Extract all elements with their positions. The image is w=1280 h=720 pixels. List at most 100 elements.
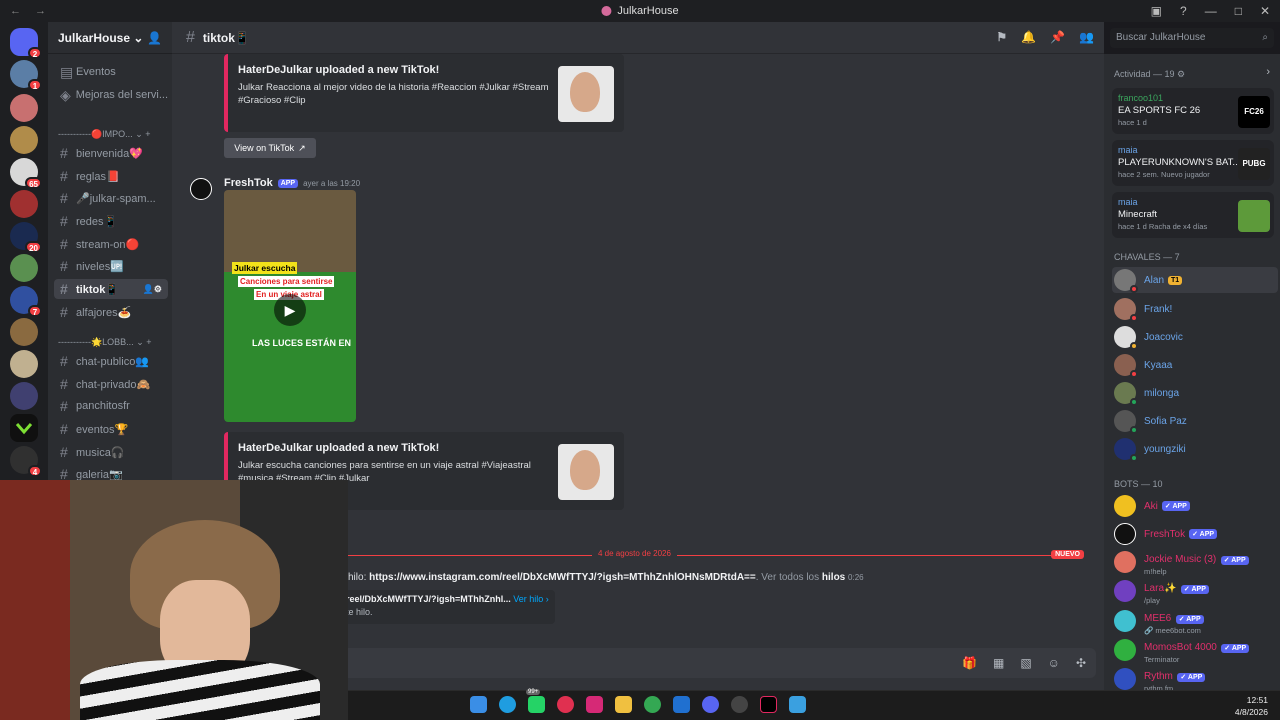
bot-item[interactable]: Aki ✓ APP bbox=[1112, 493, 1278, 519]
hash-icon: # bbox=[60, 281, 68, 297]
sidebar-item-boosts[interactable]: ◈ Mejoras del servi... bbox=[54, 85, 168, 105]
thread-preview[interactable]: reel/DbXcMWfTTYJ/?igsh=MThhZnhl... Ver h… bbox=[340, 590, 555, 624]
direct-messages-button[interactable]: 2 bbox=[10, 28, 42, 59]
server-icon[interactable] bbox=[10, 414, 38, 442]
bot-item[interactable]: Jockie Music (3) ✓ APP m!help bbox=[1112, 549, 1278, 576]
server-icon[interactable]: 4 bbox=[10, 446, 42, 477]
member-item[interactable]: Frank! bbox=[1112, 296, 1278, 322]
help-icon[interactable]: ? bbox=[1180, 4, 1187, 18]
server-icon[interactable] bbox=[10, 350, 38, 378]
embed-thumbnail[interactable] bbox=[558, 444, 614, 500]
member-list: Actividad — 19 ⚙ › francoo101 EA SPORTS … bbox=[1104, 54, 1280, 720]
member-item[interactable]: youngziki bbox=[1112, 436, 1278, 462]
video-attachment[interactable]: Julkar escucha Canciones para sentirse E… bbox=[224, 190, 356, 422]
inbox-icon[interactable]: ▣ bbox=[1151, 4, 1162, 18]
server-icon[interactable] bbox=[10, 318, 38, 346]
bot-item[interactable]: MEE6 ✓ APP 🔗 mee6bot.com bbox=[1112, 608, 1278, 635]
server-icon[interactable]: 20 bbox=[10, 222, 42, 253]
member-item[interactable]: Sofia Paz bbox=[1112, 408, 1278, 434]
channel-chat-privado[interactable]: # chat-privado🙈 bbox=[54, 374, 168, 394]
category-header[interactable]: -----------🔴IMPO... ⌄ + bbox=[58, 129, 151, 140]
threads-link[interactable]: hilos bbox=[822, 572, 845, 583]
tiktok-icon[interactable] bbox=[760, 696, 777, 713]
activity-card[interactable]: maia Minecraft hace 1 d Racha de x4 días bbox=[1112, 192, 1274, 238]
chrome-icon[interactable] bbox=[644, 696, 661, 713]
bot-item[interactable]: Rythm ✓ APP rythm.fm bbox=[1112, 666, 1278, 693]
channel-alfajores[interactable]: # alfajores🍝 bbox=[54, 302, 168, 322]
bell-icon[interactable]: 🔔 bbox=[1021, 30, 1036, 44]
search-input[interactable]: Buscar JulkarHouse ⌕ bbox=[1110, 28, 1274, 48]
minimize-button[interactable]: — bbox=[1205, 4, 1217, 18]
bot-item[interactable]: MomosBot 4000 ✓ APP Terminator bbox=[1112, 637, 1278, 664]
obs-icon[interactable] bbox=[731, 696, 748, 713]
forward-arrow-icon[interactable]: → bbox=[35, 5, 46, 17]
member-item[interactable]: Joacovic bbox=[1112, 324, 1278, 350]
member-item[interactable]: Kyaaa bbox=[1112, 352, 1278, 378]
member-item[interactable]: Alan T1 bbox=[1112, 267, 1278, 293]
server-header[interactable]: JulkarHouse ⌄ 👤 bbox=[48, 22, 172, 54]
view-on-tiktok-button[interactable]: View on TikTok ↗ bbox=[224, 138, 316, 158]
gift-icon[interactable]: 🎁 bbox=[962, 656, 977, 670]
bot-item[interactable]: FreshTok ✓ APP bbox=[1112, 521, 1278, 547]
member-item[interactable]: milonga bbox=[1112, 380, 1278, 406]
channel-niveles[interactable]: # niveles🆙 bbox=[54, 256, 168, 276]
mail-icon[interactable] bbox=[673, 696, 690, 713]
server-icon[interactable] bbox=[10, 126, 38, 154]
instagram-icon[interactable] bbox=[586, 696, 603, 713]
file-explorer-icon[interactable] bbox=[615, 696, 632, 713]
activity-card[interactable]: maia PLAYERUNKNOWN'S BAT... hace 2 sem. … bbox=[1112, 140, 1274, 186]
channel-tiktok[interactable]: # tiktok📱 👤⚙ bbox=[54, 279, 168, 299]
back-arrow-icon[interactable]: ← bbox=[10, 5, 21, 17]
mention-badge: 1 bbox=[28, 79, 42, 91]
activity-card[interactable]: francoo101 EA SPORTS FC 26 hace 1 d FC26 bbox=[1112, 88, 1274, 134]
server-icon[interactable]: 1 bbox=[10, 60, 42, 91]
photos-icon[interactable] bbox=[789, 696, 806, 713]
server-icon[interactable] bbox=[10, 190, 38, 218]
channel-panchitosfr[interactable]: # panchitosfr bbox=[54, 396, 168, 416]
emoji-icon[interactable]: ☺ bbox=[1048, 656, 1060, 670]
bot-item[interactable]: Lara✨ ✓ APP/play bbox=[1112, 578, 1278, 605]
whatsapp-icon[interactable]: 99+ bbox=[526, 689, 545, 713]
discord-icon[interactable] bbox=[702, 696, 719, 713]
sidebar-item-events[interactable]: ▤ Eventos bbox=[54, 62, 168, 82]
server-icon[interactable]: 65 bbox=[10, 158, 42, 189]
message-input[interactable]: 🎁 ▦ ▧ ☺ ✣ bbox=[340, 648, 1096, 678]
chevron-right-icon[interactable]: › bbox=[1266, 66, 1270, 78]
server-icon[interactable] bbox=[10, 382, 38, 410]
channel-stream-on[interactable]: # stream-on🔴 bbox=[54, 234, 168, 254]
apps-icon[interactable]: ✣ bbox=[1076, 656, 1086, 670]
bot-avatar[interactable] bbox=[190, 178, 212, 200]
category-header[interactable]: -----------🌟LOBB... ⌄ + bbox=[58, 337, 152, 348]
threads-icon[interactable]: ⚑ bbox=[996, 30, 1007, 44]
play-icon[interactable]: ▶ bbox=[274, 294, 306, 326]
member-list-icon[interactable]: 👥 bbox=[1079, 30, 1094, 44]
edge-icon[interactable] bbox=[499, 696, 516, 713]
server-icon[interactable]: 7 bbox=[10, 286, 42, 317]
gif-icon[interactable]: ▦ bbox=[993, 656, 1004, 670]
channel-musica[interactable]: # musica🎧 bbox=[54, 442, 168, 462]
channel-eventos[interactable]: # eventos🏆 bbox=[54, 419, 168, 439]
message-timestamp: ayer a las 19:20 bbox=[303, 178, 361, 188]
sticker-icon[interactable]: ▧ bbox=[1020, 656, 1031, 670]
search-icon: ⌕ bbox=[1262, 32, 1268, 43]
embed-thumbnail[interactable] bbox=[558, 66, 614, 122]
author-name[interactable]: FreshTok bbox=[224, 177, 273, 189]
view-thread-link[interactable]: Ver hilo › bbox=[513, 594, 549, 604]
thread-link[interactable]: https://www.instagram.com/reel/DbXcMWfTT… bbox=[369, 572, 756, 583]
channel-settings-icon[interactable]: 👤⚙ bbox=[143, 284, 162, 295]
channel-bienvenida[interactable]: # bienvenida💖 bbox=[54, 143, 168, 163]
add-member-icon[interactable]: 👤 bbox=[147, 31, 162, 45]
windows-start-icon[interactable] bbox=[470, 696, 487, 713]
server-icon[interactable] bbox=[10, 254, 38, 282]
pin-icon[interactable]: 📌 bbox=[1050, 30, 1065, 44]
system-clock[interactable]: 12:51 4/8/2026 bbox=[1235, 694, 1268, 718]
close-button[interactable]: ✕ bbox=[1260, 4, 1270, 18]
media-player-icon[interactable] bbox=[557, 696, 574, 713]
server-icon[interactable] bbox=[10, 94, 38, 122]
channel-redes[interactable]: # redes📱 bbox=[54, 211, 168, 231]
hash-icon: # bbox=[60, 168, 68, 184]
channel-reglas[interactable]: # reglas📕 bbox=[54, 166, 168, 186]
maximize-button[interactable]: □ bbox=[1235, 4, 1242, 18]
channel-julkar-spam[interactable]: # 🎤julkar-spam... bbox=[54, 188, 168, 208]
channel-chat-publico[interactable]: # chat-publico👥 bbox=[54, 351, 168, 371]
